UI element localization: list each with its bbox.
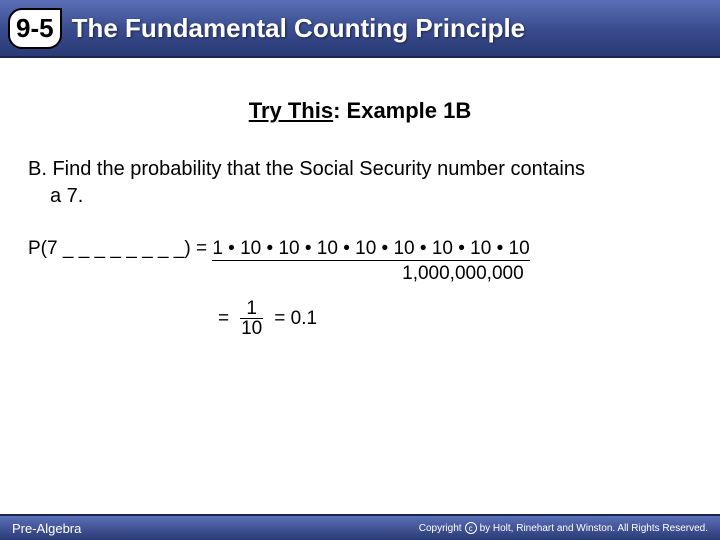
lesson-title: The Fundamental Counting Principle [72,13,526,44]
copyright-text: by Holt, Rinehart and Winston. All Right… [480,523,708,534]
fraction: 1 10 [235,299,268,340]
slide-header: 9-5 The Fundamental Counting Principle [0,0,720,58]
fraction-numerator: 1 [240,299,263,319]
equation-lhs: P(7 _ _ _ _ _ _ _ _) = [28,238,212,259]
slide-footer: Pre-Algebra Copyright c by Holt, Rinehar… [0,514,720,540]
problem-line1: B. Find the probability that the Social … [28,158,585,180]
copyright-prefix: Copyright [419,523,462,534]
footer-copyright: Copyright c by Holt, Rinehart and Winsto… [419,522,708,534]
copyright-icon: c [465,522,477,534]
footer-course: Pre-Algebra [12,521,81,536]
frac-suffix: = 0.1 [274,308,317,330]
equation-simplified: = 1 10 = 0.1 [218,299,720,340]
equation-main: P(7 _ _ _ _ _ _ _ _) = 1 • 10 • 10 • 10 … [28,238,692,285]
fraction-denominator: 10 [235,319,268,340]
problem-line2: a 7. [28,183,692,210]
equation-denominator: 1,000,000,000 [212,263,529,285]
frac-prefix: = [218,308,229,330]
section-label-underlined: Try This [249,98,333,123]
section-title: Try This: Example 1B [0,98,720,124]
lesson-number-badge: 9-5 [8,8,62,49]
equation-numerator: 1 • 10 • 10 • 10 • 10 • 10 • 10 • 10 • 1… [212,238,529,261]
problem-statement: B. Find the probability that the Social … [28,156,692,210]
section-label-rest: : Example 1B [333,98,471,123]
